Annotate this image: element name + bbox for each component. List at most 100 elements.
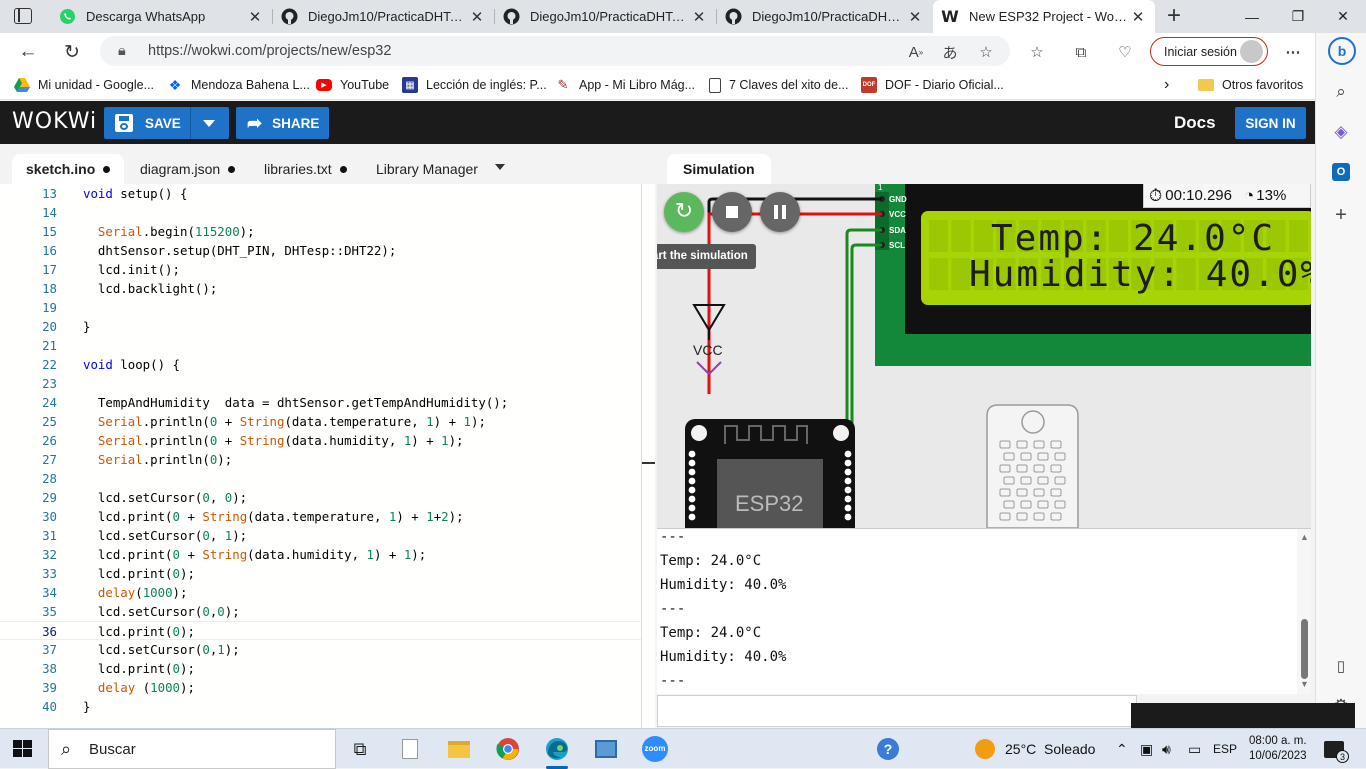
bing-icon[interactable]: b bbox=[1328, 37, 1356, 65]
start-button[interactable] bbox=[13, 740, 33, 758]
minimize-button[interactable]: — bbox=[1229, 0, 1275, 33]
serial-input[interactable] bbox=[657, 695, 1137, 727]
tab-simulation[interactable]: Simulation bbox=[667, 154, 771, 184]
code-line[interactable]: 23 bbox=[0, 374, 641, 393]
tab-libraries-txt[interactable]: libraries.txt bbox=[250, 154, 361, 184]
code-line[interactable]: 16 dhtSensor.setup(DHT_PIN, DHTesp::DHT2… bbox=[0, 241, 641, 260]
search-icon[interactable]: ⌕ bbox=[1328, 79, 1354, 105]
volume-icon[interactable]: 🔊︎ bbox=[1162, 729, 1171, 769]
code-line[interactable]: 34 delay(1000); bbox=[0, 583, 641, 602]
refresh-button[interactable]: ↻ bbox=[57, 37, 87, 67]
tab-close-icon[interactable]: ✕ bbox=[690, 8, 708, 26]
tab-library-manager[interactable]: Library Manager bbox=[362, 154, 492, 184]
language-indicator[interactable]: ESP bbox=[1213, 729, 1237, 769]
read-aloud-icon[interactable]: A» bbox=[904, 40, 928, 64]
code-line[interactable]: 38 lcd.print(0); bbox=[0, 659, 641, 678]
tab-close-icon[interactable]: ✕ bbox=[246, 8, 264, 26]
code-line[interactable]: 39 delay (1000); bbox=[0, 678, 641, 697]
sign-in-button[interactable]: Iniciar sesión bbox=[1150, 37, 1268, 66]
translate-icon[interactable]: あ bbox=[938, 40, 962, 64]
tabs-menu-icon[interactable] bbox=[495, 164, 505, 170]
url-input[interactable]: 🔒︎ https://wokwi.com/projects/new/esp32 bbox=[100, 36, 1010, 66]
code-line[interactable]: 15 Serial.begin(115200); bbox=[0, 222, 641, 241]
scrollbar-thumb[interactable] bbox=[1301, 619, 1308, 679]
wokwi-logo[interactable]: WOKWi bbox=[12, 109, 97, 134]
tab-close-icon[interactable]: ✕ bbox=[906, 8, 924, 26]
serial-monitor[interactable]: --- Temp: 24.0°C Humidity: 40.0% --- Temp: 2… bbox=[657, 528, 1311, 694]
edge-icon[interactable] bbox=[541, 734, 573, 764]
task-view-icon[interactable]: ⧉ bbox=[344, 734, 376, 764]
bookmarks-overflow-icon[interactable]: › bbox=[1164, 76, 1169, 94]
browser-tab[interactable]: DiegoJm10/PracticaDHTconl ✕ bbox=[272, 0, 494, 33]
notifications-icon[interactable]: 3 bbox=[1324, 729, 1349, 769]
code-line[interactable]: 27 Serial.println(0); bbox=[0, 450, 641, 469]
code-line[interactable]: 22 void loop() { bbox=[0, 355, 641, 374]
clock[interactable]: 08:00 a. m. 10/06/2023 bbox=[1249, 729, 1307, 769]
resize-handle[interactable] bbox=[642, 462, 655, 464]
code-line[interactable]: 26 Serial.println(0 + String(data.humidi… bbox=[0, 431, 641, 450]
sign-in-button[interactable]: SIGN IN bbox=[1235, 107, 1306, 139]
tab-sketch-ino[interactable]: sketch.ino bbox=[12, 154, 125, 184]
chrome-icon[interactable] bbox=[492, 734, 524, 764]
tab-diagram-json[interactable]: diagram.json bbox=[126, 154, 249, 184]
code-line[interactable]: 13 void setup() { bbox=[0, 184, 641, 203]
copilot-icon[interactable]: ◈ bbox=[1328, 119, 1354, 145]
share-button[interactable]: ➦ SHARE bbox=[236, 107, 329, 139]
add-favorite-icon[interactable]: ☆ bbox=[974, 40, 998, 64]
code-line[interactable]: 31 lcd.setCursor(0, 1); bbox=[0, 526, 641, 545]
browser-tab[interactable]: Descarga WhatsApp ✕ bbox=[50, 0, 272, 33]
code-line[interactable]: 33 lcd.print(0); bbox=[0, 564, 641, 583]
restore-button[interactable]: ❐ bbox=[1275, 0, 1321, 33]
code-line[interactable]: 30 lcd.print(0 + String(data.temperature… bbox=[0, 507, 641, 526]
browser-essentials-icon[interactable]: ♡ bbox=[1113, 40, 1137, 64]
code-line[interactable]: 20} bbox=[0, 317, 641, 336]
weather-widget[interactable]: 25°C Soleado bbox=[975, 729, 1095, 769]
network-icon[interactable]: ▣ bbox=[1140, 729, 1153, 769]
code-line[interactable]: 29 lcd.setCursor(0, 0); bbox=[0, 488, 641, 507]
code-line[interactable]: 21 bbox=[0, 336, 641, 355]
code-line[interactable]: 24 TempAndHumidity data = dhtSensor.getT… bbox=[0, 393, 641, 412]
bookmark-item[interactable]: ✎ App - Mi Libro Mág... bbox=[555, 76, 695, 94]
restart-simulation-button[interactable]: ↻ bbox=[664, 192, 704, 232]
collections-icon[interactable]: ⧉ bbox=[1069, 40, 1093, 64]
outlook-icon[interactable]: O bbox=[1328, 159, 1354, 185]
bookmark-item[interactable]: 7 Claves del xito de... bbox=[709, 76, 849, 94]
other-favorites[interactable]: Otros favoritos bbox=[1198, 76, 1303, 94]
image-viewer-icon[interactable] bbox=[590, 734, 622, 764]
serial-scrollbar[interactable]: ▲ ▼ bbox=[1297, 529, 1311, 694]
tab-actions-icon[interactable] bbox=[14, 8, 32, 24]
code-line[interactable]: 18 lcd.backlight(); bbox=[0, 279, 641, 298]
bookmark-item[interactable]: ▶ YouTube bbox=[316, 76, 389, 94]
bookmark-item[interactable]: ❖ Mendoza Bahena L... bbox=[167, 76, 310, 94]
pause-simulation-button[interactable] bbox=[760, 192, 800, 232]
code-editor[interactable]: 13 void setup() {14 15 Serial.begin(115200… bbox=[0, 184, 655, 728]
zoom-icon[interactable]: zoom bbox=[639, 734, 671, 764]
code-line[interactable]: 28 bbox=[0, 469, 641, 488]
sidebar-toggle-icon[interactable]: ▯ bbox=[1328, 653, 1354, 679]
code-line[interactable]: 35 lcd.setCursor(0,0); bbox=[0, 602, 641, 621]
code-line[interactable]: 36 lcd.print(0); bbox=[0, 621, 641, 640]
panel-divider[interactable] bbox=[641, 184, 642, 728]
battery-icon[interactable]: ▭ bbox=[1188, 729, 1201, 769]
code-line[interactable]: 25 Serial.println(0 + String(data.temper… bbox=[0, 412, 641, 431]
browser-tab[interactable]: DiegoJm10/PracticaDHTconl ✕ bbox=[494, 0, 716, 33]
browser-tab[interactable]: DiegoJm10/PracticaDHTconl ✕ bbox=[716, 0, 932, 33]
code-line[interactable]: 40} bbox=[0, 697, 641, 716]
close-window-button[interactable]: ✕ bbox=[1320, 0, 1366, 33]
code-line[interactable]: 17 lcd.init(); bbox=[0, 260, 641, 279]
code-line[interactable]: 37 lcd.setCursor(0,1); bbox=[0, 640, 641, 659]
tray-overflow-icon[interactable]: ⌃ bbox=[1116, 729, 1128, 769]
more-options-icon[interactable]: ⋯ bbox=[1281, 40, 1305, 64]
tab-close-icon[interactable]: ✕ bbox=[1129, 8, 1147, 26]
code-line[interactable]: 19 bbox=[0, 298, 641, 317]
chevron-down-icon[interactable] bbox=[203, 120, 215, 127]
bookmark-item[interactable]: DOF DOF - Diario Oficial... bbox=[861, 76, 1004, 94]
bookmark-item[interactable]: ▦ Lección de inglés: P... bbox=[402, 76, 547, 94]
docs-link[interactable]: Docs bbox=[1174, 113, 1216, 133]
tab-close-icon[interactable]: ✕ bbox=[468, 8, 486, 26]
add-sidebar-item-icon[interactable]: + bbox=[1328, 202, 1354, 228]
taskbar-search[interactable]: ⌕ Buscar bbox=[48, 729, 336, 769]
save-button[interactable]: SAVE bbox=[104, 107, 229, 139]
stop-simulation-button[interactable] bbox=[712, 192, 752, 232]
file-icon[interactable] bbox=[394, 734, 426, 764]
